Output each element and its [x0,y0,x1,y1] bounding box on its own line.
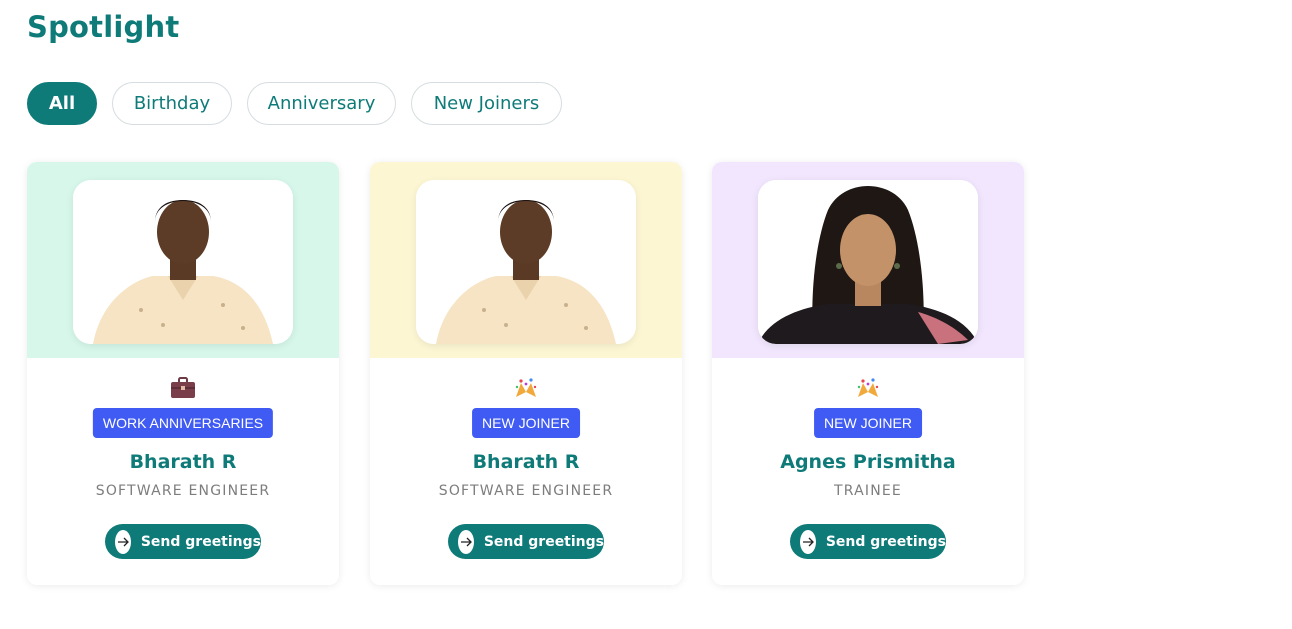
send-greetings-button[interactable]: Send greetings [448,524,604,559]
filter-chip-birthday[interactable]: Birthday [112,82,232,125]
arrow-right-icon [800,529,816,554]
employee-role: TRAINEE [834,483,902,499]
event-badge: NEW JOINER [814,408,922,438]
avatar [758,180,978,344]
card-header [27,162,339,358]
send-greetings-button[interactable]: Send greetings [105,524,261,559]
party-popper-icon [515,378,537,397]
arrow-right-icon [458,529,474,554]
employee-role: SOFTWARE ENGINEER [438,483,614,499]
card-header [370,162,682,358]
spotlight-card: NEW JOINER Agnes Prismitha TRAINEE Send … [712,162,1024,585]
employee-role: SOFTWARE ENGINEER [95,483,271,499]
filter-chip-anniversary[interactable]: Anniversary [247,82,396,125]
employee-name: Bharath R [472,451,580,473]
event-badge: WORK ANNIVERSARIES [92,408,274,438]
employee-name: Bharath R [129,451,237,473]
party-popper-icon [857,378,879,397]
avatar [73,180,293,344]
event-badge: NEW JOINER [472,408,580,438]
filter-chip-new-joiners[interactable]: New Joiners [411,82,562,125]
send-greetings-label: Send greetings [140,533,261,550]
send-greetings-label: Send greetings [825,533,946,550]
event-icon-row [712,377,1024,399]
send-greetings-label: Send greetings [483,533,604,550]
employee-name: Agnes Prismitha [780,451,956,473]
arrow-right-icon [115,529,131,554]
avatar [416,180,636,344]
event-icon-row [370,377,682,399]
event-icon-row [27,377,339,399]
filter-chip-all[interactable]: All [27,82,97,125]
spotlight-card: NEW JOINER Bharath R SOFTWARE ENGINEER S… [370,162,682,585]
briefcase-icon [171,377,195,398]
card-header [712,162,1024,358]
spotlight-card: WORK ANNIVERSARIES Bharath R SOFTWARE EN… [27,162,339,585]
send-greetings-button[interactable]: Send greetings [790,524,946,559]
page-title: Spotlight [27,10,180,44]
